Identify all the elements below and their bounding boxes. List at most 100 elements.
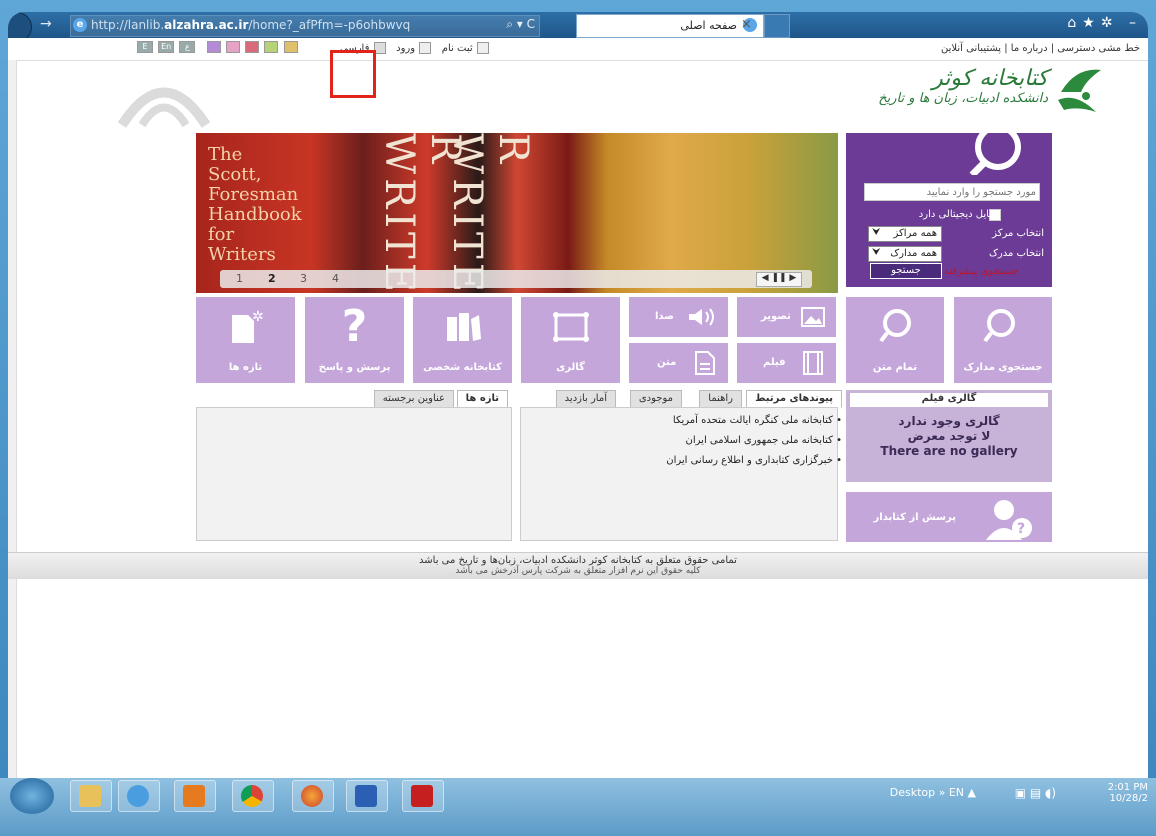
banner-slideshow[interactable]: The Scott, Foresman Handbook for Writers… bbox=[196, 133, 838, 293]
theme-swatch-green[interactable] bbox=[264, 41, 279, 53]
ask-librarian-tile[interactable]: پرسش از کتابدار ? bbox=[846, 492, 1052, 542]
banner-spine-2: R WRITER bbox=[444, 133, 536, 293]
gallery-empty-message: گالری وجود ندارد لا توجد معرض There are … bbox=[846, 414, 1052, 459]
film-gallery-box: گالری فیلم گالری وجود ندارد لا توجد معرض… bbox=[846, 390, 1052, 482]
word-icon bbox=[355, 785, 377, 807]
lang-other-link[interactable]: E bbox=[137, 41, 153, 53]
tab-close-icon[interactable]: × bbox=[741, 17, 752, 32]
theme-swatch-pink[interactable] bbox=[226, 41, 241, 53]
tile-qa[interactable]: ? پرسش و پاسخ bbox=[305, 297, 404, 383]
tile-full-text[interactable]: تمام متن bbox=[846, 297, 944, 383]
theme-swatch-purple[interactable] bbox=[206, 41, 221, 53]
tile-news[interactable]: ✲ تازه ها bbox=[196, 297, 295, 383]
tile-audio-label: صدا bbox=[655, 311, 674, 322]
tray-icons[interactable]: ▣ ▤ ◖) bbox=[1015, 786, 1056, 800]
tab-guide[interactable]: راهنما bbox=[699, 390, 742, 408]
tab-related-links[interactable]: پیوندهای مرتبط bbox=[746, 390, 842, 408]
tile-film-label: فیلم bbox=[763, 357, 786, 368]
tile-text-label: متن bbox=[657, 357, 677, 368]
banner-page-1[interactable]: 1 bbox=[236, 272, 243, 285]
tile-audio[interactable]: صدا bbox=[629, 297, 728, 337]
film-icon bbox=[803, 351, 823, 375]
librarian-question-icon: ? bbox=[986, 500, 1032, 540]
taskbar-acrobat[interactable] bbox=[402, 780, 444, 812]
taskbar-word[interactable] bbox=[346, 780, 388, 812]
tile-full-text-label: تمام متن bbox=[872, 362, 918, 373]
books-icon bbox=[446, 313, 481, 341]
system-tray[interactable]: Desktop » EN ▲ bbox=[890, 786, 976, 799]
page-scrollbar[interactable] bbox=[8, 60, 17, 780]
tab-news[interactable]: تازه ها bbox=[456, 390, 508, 408]
acrobat-icon bbox=[411, 785, 433, 807]
banner-page-4[interactable]: 4 bbox=[332, 272, 339, 285]
tab-featured-titles[interactable]: عناوین برجسته bbox=[373, 390, 454, 408]
site-logo-text: کتابخانه کوثر دانشکده ادبیات، زبان ها و … bbox=[878, 66, 1048, 106]
gallery-msg-ar: لا توجد معرض bbox=[907, 429, 991, 443]
footer-software-rights: کلیه حقوق این نرم افزار متعلق به شرکت پا… bbox=[455, 566, 701, 576]
theme-swatch-red[interactable] bbox=[245, 41, 260, 53]
film-gallery-title: گالری فیلم bbox=[850, 393, 1048, 407]
library-logo-icon bbox=[1058, 69, 1101, 112]
tab-visit-stats[interactable]: آمار بازدید bbox=[555, 390, 616, 408]
taskbar-chrome[interactable] bbox=[232, 780, 274, 812]
windows-taskbar: Desktop » EN ▲ ▣ ▤ ◖) 2:01 PM 10/28/2 bbox=[0, 778, 1156, 836]
new-tab-button[interactable] bbox=[764, 14, 790, 38]
lang-ar-link[interactable]: ع bbox=[179, 41, 196, 53]
start-button[interactable] bbox=[10, 778, 54, 814]
forward-arrow-icon[interactable]: → bbox=[40, 16, 52, 32]
top-right-links[interactable]: خط مشی دسترسی | درباره ما | پشتیبانی آنل… bbox=[941, 43, 1140, 54]
question-mark-icon: ? bbox=[341, 301, 368, 352]
browser-tab[interactable]: صفحه اصلی × bbox=[576, 14, 764, 38]
image-icon bbox=[801, 307, 825, 327]
tile-personal-library-label: کتابخانه شخصی bbox=[423, 362, 502, 373]
library-subtitle: دانشکده ادبیات، زبان ها و تاریخ bbox=[878, 91, 1048, 106]
ie-taskbar-icon bbox=[127, 785, 149, 807]
doc-select[interactable]: ⮟ همه مدارک bbox=[868, 246, 942, 262]
taskbar-clock[interactable]: 2:01 PM 10/28/2 bbox=[1108, 782, 1148, 804]
banner-page-2[interactable]: 2 bbox=[268, 272, 276, 285]
search-button[interactable]: جستجو bbox=[870, 263, 942, 279]
register-link[interactable]: ثبت نام bbox=[442, 43, 473, 54]
banner-page-3[interactable]: 3 bbox=[300, 272, 307, 285]
tab-inventory[interactable]: موجودی bbox=[629, 390, 682, 408]
full-text-icon bbox=[879, 309, 911, 343]
banner-play-controls[interactable]: ◀ ❚❚ ▶ bbox=[756, 272, 802, 287]
tile-gallery[interactable]: گالری bbox=[521, 297, 620, 383]
address-bar[interactable]: e http://lanlib.alzahra.ac.ir/home?_afPf… bbox=[70, 15, 540, 37]
related-link-2[interactable]: • کتابخانه ملی جمهوری اسلامی ایران bbox=[534, 435, 842, 446]
center-select[interactable]: ⮟ همه مراکز bbox=[868, 226, 942, 242]
login-link[interactable]: ورود bbox=[396, 43, 415, 54]
center-label: انتخاب مرکز bbox=[992, 228, 1044, 239]
related-links-list: • کتابخانه ملی کنگره ایالت متحده آمریکا … bbox=[534, 415, 842, 475]
doc-label: انتخاب مدرک bbox=[988, 248, 1044, 259]
advanced-search-link[interactable]: جستجوی پیشرفته bbox=[944, 266, 1018, 277]
ie-icon: e bbox=[73, 18, 87, 32]
tile-film[interactable]: فیلم bbox=[737, 343, 836, 383]
lang-en-link[interactable]: En bbox=[158, 41, 175, 53]
tile-personal-library[interactable]: کتابخانه شخصی bbox=[413, 297, 512, 383]
magnifier-icon bbox=[969, 133, 1021, 175]
taskbar-explorer[interactable] bbox=[70, 780, 112, 812]
taskbar-ie[interactable] bbox=[118, 780, 160, 812]
tile-gallery-label: گالری bbox=[556, 362, 585, 373]
address-controls[interactable]: ⌕ ▾ C bbox=[506, 17, 535, 32]
ask-librarian-label: پرسش از کتابدار bbox=[873, 512, 956, 523]
library-name: کتابخانه کوثر bbox=[932, 66, 1048, 91]
tile-qa-label: پرسش و پاسخ bbox=[318, 362, 391, 373]
folder-icon bbox=[79, 785, 101, 807]
tab-title: صفحه اصلی bbox=[680, 19, 737, 32]
related-link-3[interactable]: • خبرگزاری کتابداری و اطلاع رسانی ایران bbox=[534, 455, 842, 466]
chevron-down-icon: ⮟ bbox=[872, 247, 881, 258]
tile-search-docs[interactable]: جستجوی مدارک bbox=[954, 297, 1052, 383]
new-document-icon: ✲ bbox=[231, 309, 264, 343]
taskbar-firefox[interactable] bbox=[292, 780, 334, 812]
taskbar-outlook[interactable] bbox=[174, 780, 216, 812]
theme-swatch-yellow[interactable] bbox=[283, 41, 298, 53]
svg-text:✲: ✲ bbox=[252, 309, 264, 325]
search-input[interactable] bbox=[864, 183, 1040, 201]
related-link-1[interactable]: • کتابخانه ملی کنگره ایالت متحده آمریکا bbox=[534, 415, 842, 426]
tile-text[interactable]: متن bbox=[629, 343, 728, 383]
browser-right-icons[interactable]: ⌂★✲ – bbox=[1067, 15, 1142, 31]
tile-image[interactable]: تصویر bbox=[737, 297, 836, 337]
gallery-frame-icon bbox=[552, 312, 589, 342]
